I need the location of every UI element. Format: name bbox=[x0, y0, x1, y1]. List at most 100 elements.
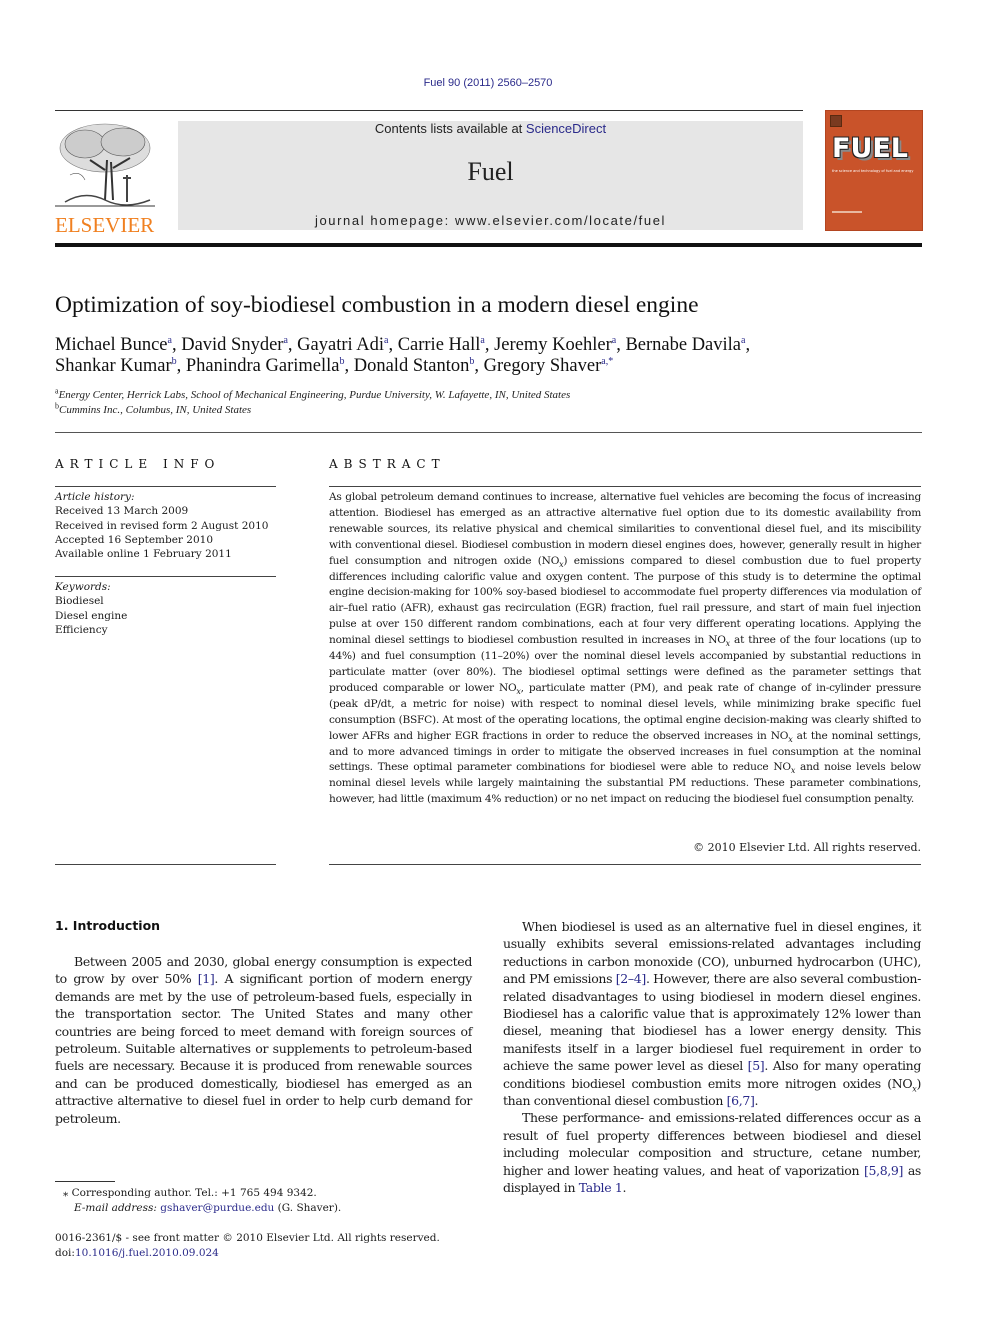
body-column-left: Between 2005 and 2030, global energy con… bbox=[55, 953, 472, 1127]
author-name: Gayatri Adi bbox=[297, 335, 384, 355]
journal-cover-image[interactable]: FUEL the science and technology of fuel … bbox=[826, 111, 922, 230]
keyword[interactable]: Diesel engine bbox=[55, 609, 127, 623]
author-name: Donald Stanton bbox=[353, 356, 470, 376]
doi-link[interactable]: 10.1016/j.fuel.2010.09.024 bbox=[75, 1247, 219, 1259]
issn-line: 0016-2361/$ - see front matter © 2010 El… bbox=[55, 1232, 440, 1244]
author-list: Michael Buncea, David Snydera, Gayatri A… bbox=[55, 335, 935, 377]
article-info-heading: ARTICLE INFO bbox=[55, 457, 221, 471]
author[interactable]: David Snydera bbox=[181, 335, 288, 355]
affiliations: aEnergy Center, Herrick Labs, School of … bbox=[55, 387, 571, 417]
introduction-heading: 1. Introduction bbox=[55, 918, 161, 933]
keywords-label: Keywords: bbox=[55, 581, 111, 593]
affiliation-a: aEnergy Center, Herrick Labs, School of … bbox=[55, 387, 571, 403]
history-label: Article history: bbox=[55, 491, 135, 503]
cover-publisher-mark bbox=[832, 211, 862, 213]
separator: , bbox=[176, 356, 186, 376]
citation-link[interactable]: [5] bbox=[748, 1058, 765, 1073]
author-name: Jeremy Koehler bbox=[494, 335, 612, 355]
article-info-rule bbox=[55, 486, 276, 487]
footnote-text: Corresponding author. Tel.: +1 765 494 9… bbox=[71, 1187, 317, 1199]
author-name: David Snyder bbox=[181, 335, 284, 355]
author[interactable]: Jeremy Koehlera bbox=[494, 335, 616, 355]
separator: , bbox=[344, 356, 354, 376]
author-name: Carrie Hall bbox=[397, 335, 481, 355]
author-name: Michael Bunce bbox=[55, 335, 168, 355]
footnote-rule bbox=[55, 1181, 115, 1182]
author[interactable]: Phanindra Garimellab bbox=[186, 356, 345, 376]
table-link[interactable]: Table 1 bbox=[579, 1180, 623, 1195]
front-matter: 0016-2361/$ - see front matter © 2010 El… bbox=[55, 1231, 440, 1260]
affiliation-divider bbox=[55, 432, 922, 433]
affiliation-text: Energy Center, Herrick Labs, School of M… bbox=[58, 389, 571, 401]
header-top-rule bbox=[55, 110, 803, 111]
article-info-rule bbox=[55, 576, 276, 577]
text: These performance- and emissions-related… bbox=[503, 1110, 921, 1178]
history-revised: Received in revised form 2 August 2010 bbox=[55, 519, 269, 532]
separator: , bbox=[171, 335, 182, 355]
asterisk-icon: ⁎ bbox=[63, 1187, 69, 1199]
corresponding-author-footnote: ⁎ Corresponding author. Tel.: +1 765 494… bbox=[63, 1186, 341, 1216]
text: . bbox=[622, 1180, 627, 1196]
contents-line: Contents lists available at ScienceDirec… bbox=[178, 121, 803, 136]
author[interactable]: Gayatri Adia bbox=[297, 335, 388, 355]
article-history: Article history: Received 13 March 2009 … bbox=[55, 490, 268, 561]
citation-link[interactable]: [2–4] bbox=[616, 971, 647, 986]
cover-title: FUEL bbox=[832, 133, 909, 164]
separator: , bbox=[745, 335, 751, 355]
article-info-rule bbox=[55, 864, 276, 865]
body-column-right: When biodiesel is used as an alternative… bbox=[503, 918, 921, 1197]
separator: , bbox=[484, 335, 495, 355]
elsevier-tree-icon bbox=[55, 120, 155, 208]
author[interactable]: Carrie Halla bbox=[398, 335, 485, 355]
abstract-heading: ABSTRACT bbox=[329, 457, 446, 471]
cover-subtitle: the science and technology of fuel and e… bbox=[832, 169, 914, 173]
citation-link[interactable]: [5,8,9] bbox=[864, 1163, 903, 1178]
contents-prefix: Contents lists available at bbox=[374, 121, 526, 136]
separator: , bbox=[474, 356, 484, 376]
history-online: Available online 1 February 2011 bbox=[55, 548, 232, 561]
journal-reference[interactable]: Fuel 90 (2011) 2560–2570 bbox=[0, 77, 976, 89]
doi-label: doi: bbox=[55, 1246, 75, 1259]
elsevier-wordmark: ELSEVIER bbox=[55, 213, 155, 237]
affiliation-text: Cummins Inc., Columbus, IN, United State… bbox=[59, 403, 252, 416]
citation-link[interactable]: [1] bbox=[198, 971, 215, 986]
affiliation-marker[interactable]: a,* bbox=[601, 356, 613, 367]
paragraph: Between 2005 and 2030, global energy con… bbox=[55, 953, 472, 1127]
citation-link[interactable]: [6,7] bbox=[727, 1093, 755, 1108]
author[interactable]: Gregory Shavera,* bbox=[484, 356, 614, 376]
copyright-notice: © 2010 Elsevier Ltd. All rights reserved… bbox=[693, 841, 921, 854]
keyword[interactable]: Biodiesel bbox=[55, 594, 127, 608]
author-name: Phanindra Garimella bbox=[185, 356, 340, 376]
keywords: Keywords: Biodiesel Diesel engine Effici… bbox=[55, 580, 127, 637]
email-label: E-mail address: bbox=[74, 1202, 157, 1214]
author-name: Shankar Kumar bbox=[55, 356, 172, 376]
history-accepted: Accepted 16 September 2010 bbox=[55, 533, 214, 546]
cover-publisher-logo-icon bbox=[830, 115, 842, 127]
separator: , bbox=[388, 335, 398, 355]
author-name: Bernabe Davila bbox=[625, 335, 742, 355]
author[interactable]: Michael Buncea bbox=[55, 335, 172, 355]
paragraph: When biodiesel is used as an alternative… bbox=[503, 918, 921, 1109]
article-title: Optimization of soy-biodiesel combustion… bbox=[55, 292, 699, 318]
journal-name: Fuel bbox=[467, 157, 514, 186]
keyword[interactable]: Efficiency bbox=[55, 623, 127, 637]
elsevier-logo[interactable]: ELSEVIER bbox=[55, 120, 155, 237]
abstract-text: As global petroleum demand continues to … bbox=[329, 490, 921, 808]
journal-homepage-link[interactable]: journal homepage: www.elsevier.com/locat… bbox=[178, 213, 803, 228]
abstract-rule bbox=[329, 864, 921, 865]
abstract-rule bbox=[329, 486, 921, 487]
history-received: Received 13 March 2009 bbox=[55, 505, 189, 518]
abstract-segment: ) emissions compared to diesel combustio… bbox=[329, 554, 922, 647]
email-suffix: (G. Shaver). bbox=[274, 1202, 342, 1214]
header-divider bbox=[55, 243, 922, 247]
author[interactable]: Donald Stantonb bbox=[354, 356, 475, 376]
text: . A significant portion of modern energy… bbox=[55, 971, 472, 1126]
journal-header-band: Contents lists available at ScienceDirec… bbox=[178, 121, 803, 230]
paragraph: These performance- and emissions-related… bbox=[503, 1109, 921, 1196]
text: . bbox=[754, 1093, 759, 1109]
sciencedirect-link[interactable]: ScienceDirect bbox=[526, 121, 606, 136]
author-name: Gregory Shaver bbox=[483, 356, 602, 376]
email-link[interactable]: gshaver@purdue.edu bbox=[160, 1202, 274, 1214]
author[interactable]: Shankar Kumarb bbox=[55, 356, 177, 376]
author[interactable]: Bernabe Davilaa bbox=[625, 335, 745, 355]
